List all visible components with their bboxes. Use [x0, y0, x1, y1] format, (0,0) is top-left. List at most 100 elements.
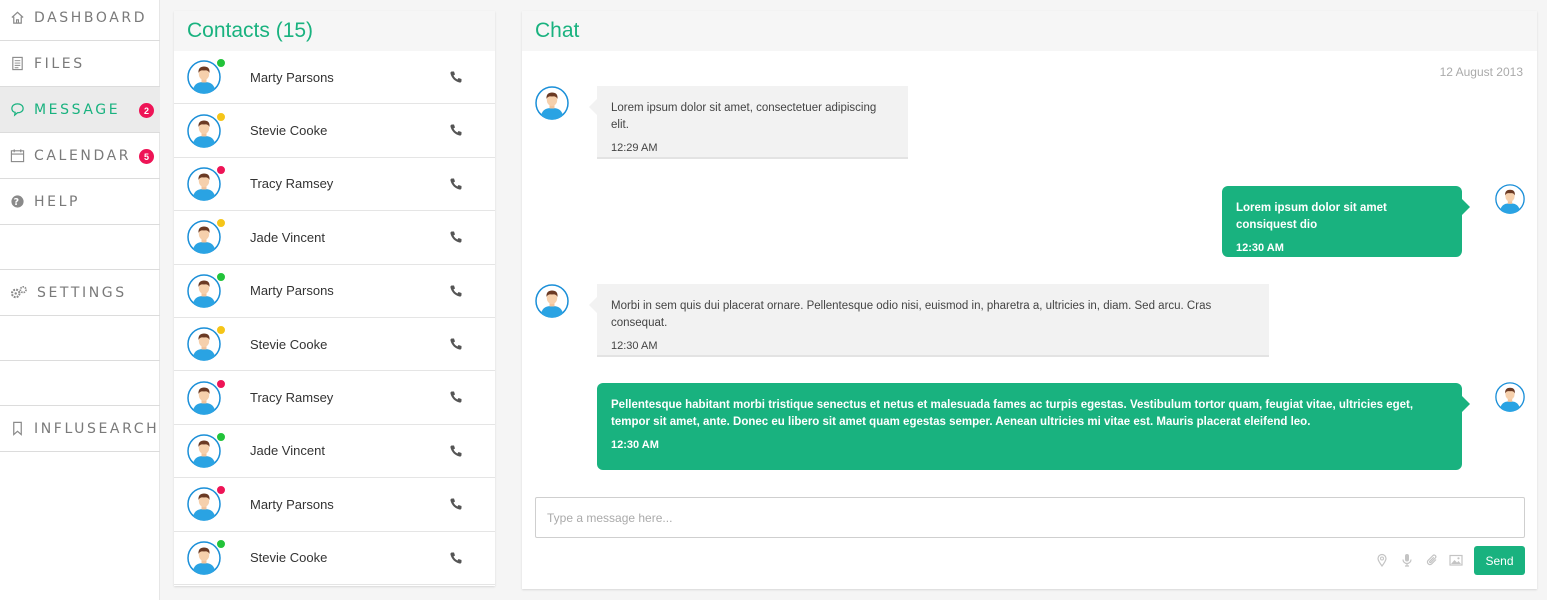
message-text: Lorem ipsum dolor sit amet consiquest di…: [1236, 202, 1387, 231]
chat-panel: Chat 12 August 2013 Lorem ipsum dolor si…: [522, 11, 1537, 589]
contact-row[interactable]: Stevie Cooke: [174, 532, 495, 585]
gears-icon: [9, 285, 28, 301]
contact-name: Marty Parsons: [250, 69, 334, 85]
message-time: 12:30 AM: [1236, 242, 1284, 254]
message-bubble-incoming: Morbi in sem quis dui placerat ornare. P…: [589, 284, 1269, 357]
phone-icon[interactable]: [449, 337, 463, 351]
calendar-count-badge: 5: [139, 149, 154, 164]
sidebar-divider: [0, 225, 160, 270]
message-time: 12:29 AM: [611, 142, 658, 154]
send-button[interactable]: Send: [1474, 546, 1525, 575]
sidebar: DASHBOARD FILES MESSAGE 2 CALENDAR 5 ? H…: [0, 0, 160, 600]
message-bubble-incoming: Lorem ipsum dolor sit amet, consectetuer…: [589, 86, 908, 159]
phone-icon[interactable]: [449, 123, 463, 137]
sidebar-item-message[interactable]: MESSAGE 2: [0, 87, 160, 133]
contact-list: Marty Parsons Stevie Cooke Tracy Ramsey Jad…: [174, 51, 495, 585]
contact-row[interactable]: Jade Vincent: [174, 425, 495, 479]
phone-icon[interactable]: [449, 70, 463, 84]
contact-name: Stevie Cooke: [250, 336, 328, 352]
help-icon: ?: [9, 194, 25, 210]
sidebar-item-help[interactable]: ? HELP: [0, 179, 160, 225]
message-text: Pellentesque habitant morbi tristique se…: [611, 399, 1414, 428]
image-icon[interactable]: [1449, 553, 1463, 567]
chat-icon: [9, 102, 25, 118]
sidebar-divider: [0, 316, 160, 361]
sidebar-item-settings[interactable]: SETTINGS: [0, 270, 160, 316]
avatar: [187, 325, 226, 361]
contact-name: Stevie Cooke: [250, 123, 328, 139]
phone-icon[interactable]: [449, 497, 463, 511]
avatar: [535, 86, 569, 120]
message-bubble-outgoing: Lorem ipsum dolor sit amet consiquest di…: [1222, 186, 1470, 257]
contact-row[interactable]: Tracy Ramsey: [174, 158, 495, 212]
phone-icon[interactable]: [449, 230, 463, 244]
home-icon: [9, 10, 25, 26]
avatar: [187, 271, 226, 308]
phone-icon[interactable]: [449, 284, 463, 298]
phone-icon[interactable]: [449, 390, 463, 404]
sidebar-item-label: DASHBOARD: [34, 9, 148, 26]
status-indicator: [216, 378, 226, 389]
sidebar-divider: [0, 361, 160, 406]
avatar: [187, 485, 226, 522]
avatar: [187, 164, 226, 201]
status-indicator: [216, 538, 226, 549]
status-indicator: [216, 271, 226, 282]
sidebar-item-label: CALENDAR: [34, 147, 132, 164]
contact-row[interactable]: Marty Parsons: [174, 265, 495, 318]
message-count-badge: 2: [139, 103, 154, 118]
contact-name: Jade Vincent: [250, 443, 325, 459]
message-text: Lorem ipsum dolor sit amet, consectetuer…: [611, 102, 877, 131]
contact-name: Stevie Cooke: [250, 550, 328, 566]
file-icon: [9, 56, 25, 72]
contacts-title: Contacts (15): [174, 11, 495, 51]
phone-icon[interactable]: [449, 177, 463, 191]
sidebar-item-dashboard[interactable]: DASHBOARD: [0, 0, 160, 41]
chat-title: Chat: [522, 11, 1537, 51]
microphone-icon[interactable]: [1400, 553, 1414, 567]
calendar-icon: [9, 148, 25, 164]
sidebar-item-influsearch[interactable]: INFLUSEARCH: [0, 406, 160, 452]
phone-icon[interactable]: [449, 444, 463, 458]
message-bubble-outgoing: Pellentesque habitant morbi tristique se…: [597, 383, 1470, 470]
avatar: [187, 538, 226, 575]
location-icon[interactable]: [1375, 553, 1389, 568]
avatar: [535, 284, 569, 318]
sidebar-item-label: INFLUSEARCH: [34, 420, 160, 437]
contact-row[interactable]: Marty Parsons: [174, 51, 495, 105]
status-indicator: [216, 325, 226, 336]
chat-date: 12 August 2013: [1439, 65, 1523, 79]
sidebar-item-calendar[interactable]: CALENDAR 5: [0, 133, 160, 179]
contact-row[interactable]: Jade Vincent: [174, 211, 495, 265]
contacts-panel: Contacts (15) Marty Parsons Stevie Cooke T…: [174, 11, 495, 586]
contact-row[interactable]: Tracy Ramsey: [174, 371, 495, 425]
message-time: 12:30 AM: [611, 340, 658, 352]
avatar: [187, 378, 226, 415]
status-indicator: [216, 58, 226, 69]
contact-row[interactable]: Stevie Cooke: [174, 104, 495, 158]
sidebar-item-label: HELP: [34, 193, 81, 210]
contact-row[interactable]: Marty Parsons: [174, 478, 495, 532]
contact-name: Tracy Ramsey: [250, 176, 334, 192]
paperclip-icon[interactable]: [1425, 553, 1439, 567]
status-indicator: [216, 485, 226, 496]
avatar: [187, 218, 226, 255]
sidebar-item-label: MESSAGE: [34, 101, 121, 118]
status-indicator: [216, 431, 226, 442]
message-input[interactable]: [535, 497, 1525, 538]
avatar: [187, 431, 226, 468]
avatar: [187, 111, 226, 148]
sidebar-item-files[interactable]: FILES: [0, 41, 160, 87]
contact-name: Jade Vincent: [250, 229, 325, 245]
avatar: [1495, 382, 1525, 412]
contact-name: Tracy Ramsey: [250, 390, 334, 406]
status-indicator: [216, 111, 226, 122]
bookmark-icon: [9, 421, 25, 437]
message-text: Morbi in sem quis dui placerat ornare. P…: [611, 300, 1212, 329]
phone-icon[interactable]: [449, 551, 463, 565]
contact-row[interactable]: Stevie Cooke: [174, 318, 495, 372]
message-time: 12:30 AM: [611, 439, 659, 451]
sidebar-item-label: SETTINGS: [37, 284, 127, 301]
sidebar-item-label: FILES: [34, 55, 85, 72]
status-indicator: [216, 218, 226, 229]
